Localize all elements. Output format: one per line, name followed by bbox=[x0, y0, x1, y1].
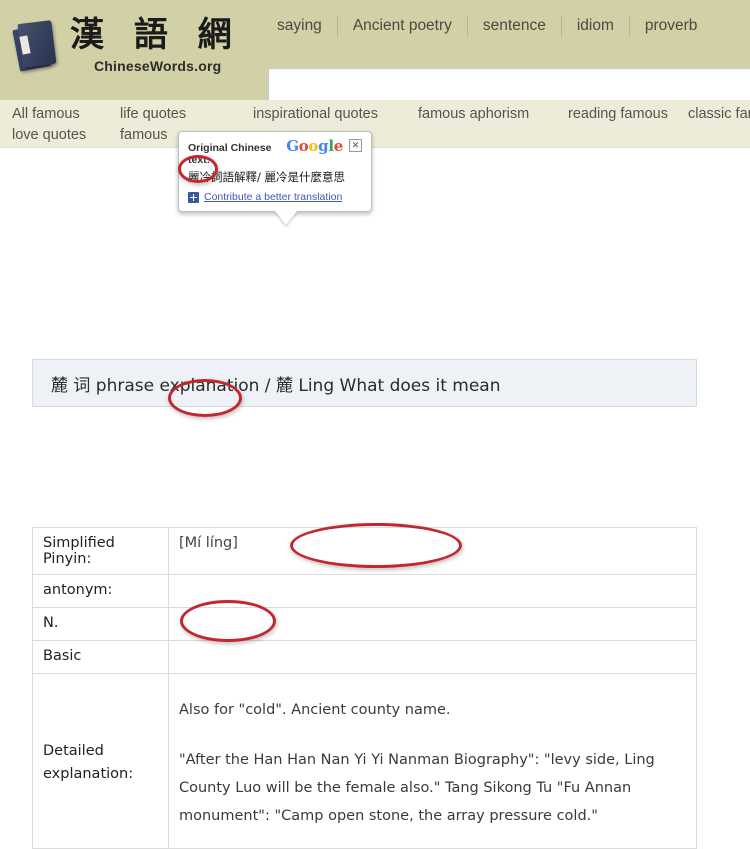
row-value-simplified-pinyin: [Mí líng] bbox=[168, 527, 697, 575]
row-value-n bbox=[168, 607, 697, 641]
page-title-box: 麓 词 phrase explanation / 麓 Ling What doe… bbox=[32, 359, 697, 407]
top-navigation: saying Ancient poetry sentence idiom pro… bbox=[262, 12, 712, 40]
subnav-item-famous-aphorism[interactable]: famous aphorism bbox=[418, 104, 568, 125]
top-nav-item-saying[interactable]: saying bbox=[262, 17, 337, 35]
subnav-column-1: All famous love quotes bbox=[12, 104, 120, 146]
table-row-detailed-explanation: Detailed explanation: Also for "cold". A… bbox=[32, 673, 697, 849]
secondary-navigation: All famous love quotes life quotes famou… bbox=[0, 100, 750, 148]
subnav-item-life-quotes[interactable]: life quotes bbox=[120, 104, 253, 125]
row-label-basic: Basic bbox=[32, 640, 169, 674]
subnav-column-6: classic fam bbox=[688, 104, 750, 146]
main-content: 麓 词 phrase explanation / 麓 Ling What doe… bbox=[0, 148, 750, 849]
subnav-item-inspirational-quotes[interactable]: inspirational quotes bbox=[253, 104, 418, 125]
top-nav-item-sentence[interactable]: sentence bbox=[468, 17, 561, 35]
logo-english-text: ChineseWords.org bbox=[94, 58, 222, 74]
book-icon bbox=[12, 20, 60, 72]
table-row: antonym: bbox=[32, 574, 697, 608]
subnav-item-all-famous[interactable]: All famous bbox=[12, 104, 120, 125]
detail-label-line2: explanation: bbox=[43, 766, 134, 782]
row-value-detailed-explanation: Also for "cold". Ancient county name. "A… bbox=[168, 673, 697, 849]
row-value-basic bbox=[168, 640, 697, 674]
tooltip-tail bbox=[275, 211, 297, 225]
top-nav-item-idiom[interactable]: idiom bbox=[562, 17, 629, 35]
search-input[interactable] bbox=[269, 69, 750, 100]
tooltip-original-text: 麗冷詞語解釋/ 麗冷是什麼意思 bbox=[188, 170, 346, 184]
detail-paragraph-2: "After the Han Han Nan Yi Yi Nanman Biog… bbox=[179, 752, 655, 824]
row-label-simplified-pinyin: Simplified Pinyin: bbox=[32, 527, 169, 575]
table-row: N. bbox=[32, 607, 697, 641]
site-header: 漢 語 網 ChineseWords.org saying Ancient po… bbox=[0, 0, 750, 100]
plus-icon bbox=[188, 191, 199, 203]
site-logo[interactable]: 漢 語 網 ChineseWords.org bbox=[12, 12, 241, 74]
contribute-translation-link[interactable]: Contribute a better translation bbox=[204, 191, 342, 203]
detail-label-line1: Detailed bbox=[43, 743, 104, 759]
row-label-antonym: antonym: bbox=[32, 574, 169, 608]
subnav-column-4: famous aphorism bbox=[418, 104, 568, 146]
page-title: 麓 词 phrase explanation / 麓 Ling What doe… bbox=[51, 375, 501, 396]
table-row: Simplified Pinyin: [Mí líng] bbox=[32, 527, 697, 575]
subnav-item-classic-famous[interactable]: classic fam bbox=[688, 104, 750, 125]
subnav-item-love-quotes[interactable]: love quotes bbox=[12, 125, 120, 146]
search-box[interactable] bbox=[268, 68, 750, 100]
row-label-n: N. bbox=[32, 607, 169, 641]
table-row: Basic bbox=[32, 640, 697, 674]
top-nav-item-ancient-poetry[interactable]: Ancient poetry bbox=[338, 17, 467, 35]
subnav-column-5: reading famous bbox=[568, 104, 688, 146]
google-translate-tooltip[interactable]: Original Chinese text: Google ✕ 麗冷詞語解釋/ … bbox=[178, 131, 372, 225]
tooltip-label: Original Chinese text: bbox=[188, 142, 272, 166]
top-nav-item-proverb[interactable]: proverb bbox=[630, 17, 713, 35]
subnav-item-reading-famous[interactable]: reading famous bbox=[568, 104, 688, 125]
row-value-antonym bbox=[168, 574, 697, 608]
close-icon[interactable]: ✕ bbox=[349, 139, 362, 152]
detail-paragraph-1: Also for "cold". Ancient county name. bbox=[179, 702, 451, 718]
logo-chinese-text: 漢 語 網 bbox=[70, 15, 241, 55]
google-logo-icon: Google bbox=[286, 137, 343, 155]
word-info-table: Simplified Pinyin: [Mí líng] antonym: N.… bbox=[32, 527, 697, 849]
row-label-detailed-explanation: Detailed explanation: bbox=[32, 673, 169, 849]
